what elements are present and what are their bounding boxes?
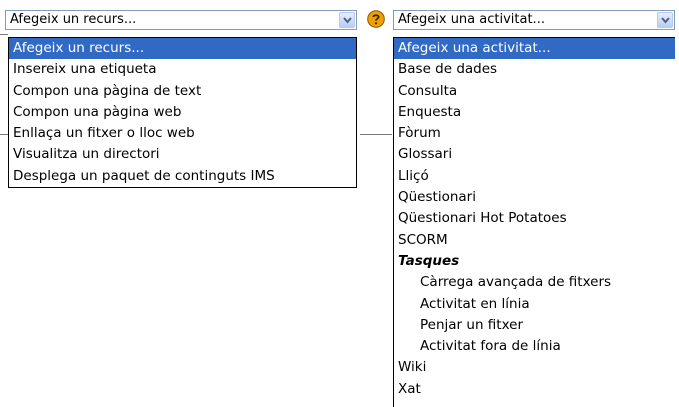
activity-dropdown-button[interactable] [657, 12, 673, 28]
background-rule [360, 134, 392, 135]
resource-select[interactable]: Afegeix un recurs... [5, 10, 357, 30]
activity-option[interactable]: Wiki [394, 357, 675, 378]
background-rule [0, 34, 8, 35]
editing-stage: Afegeix un recurs... Afegeix una activit… [0, 0, 679, 407]
resource-dropdown-button[interactable] [339, 12, 355, 28]
activity-option[interactable]: Base de dades [394, 59, 675, 80]
question-mark-icon[interactable] [367, 10, 385, 28]
activity-option[interactable]: Lliçó [394, 166, 675, 187]
resource-option[interactable]: Compon una pàgina de text [9, 81, 356, 102]
resource-options-list: Afegeix un recurs... Insereix una etique… [8, 37, 357, 189]
resource-option[interactable]: Afegeix un recurs... [9, 38, 356, 60]
activity-select[interactable]: Afegeix una activitat... [393, 10, 675, 30]
chevron-down-icon [661, 17, 670, 24]
activity-group-option[interactable]: Càrrega avançada de fitxers [394, 272, 675, 293]
resource-option[interactable]: Desplega un paquet de continguts IMS [9, 166, 356, 187]
activity-group-label: Tasques [398, 252, 460, 269]
activity-group-option[interactable]: Penjar un fitxer [394, 315, 675, 336]
activity-group-option[interactable]: Activitat fora de línia [394, 336, 675, 357]
resource-option[interactable]: Compon una pàgina web [9, 102, 356, 123]
background-rule [0, 134, 8, 135]
resource-option[interactable]: Insereix una etiqueta [9, 59, 356, 80]
activity-select-value: Afegeix una activitat... [398, 12, 545, 27]
activity-group-option[interactable]: Activitat en línia [394, 294, 675, 315]
activity-options-list: Afegeix una activitat... Base de dades C… [393, 37, 675, 407]
resource-select-value: Afegeix un recurs... [10, 12, 137, 27]
resource-option[interactable]: Visualitza un directori [9, 144, 356, 165]
activity-option[interactable]: Afegeix una activitat... [394, 38, 675, 60]
activity-option[interactable]: Xat [394, 379, 675, 400]
activity-option[interactable]: Consulta [394, 81, 675, 102]
activity-option[interactable]: Glossari [394, 144, 675, 165]
activity-option[interactable]: Enquesta [394, 102, 675, 123]
resource-option[interactable]: Enllaça un fitxer o lloc web [9, 123, 356, 144]
activity-option[interactable]: SCORM [394, 230, 675, 251]
activity-option[interactable]: Fòrum [394, 123, 675, 144]
activity-option[interactable]: Qüestionari [394, 187, 675, 208]
activity-option[interactable]: Qüestionari Hot Potatoes [394, 208, 675, 229]
chevron-down-icon [343, 17, 352, 24]
